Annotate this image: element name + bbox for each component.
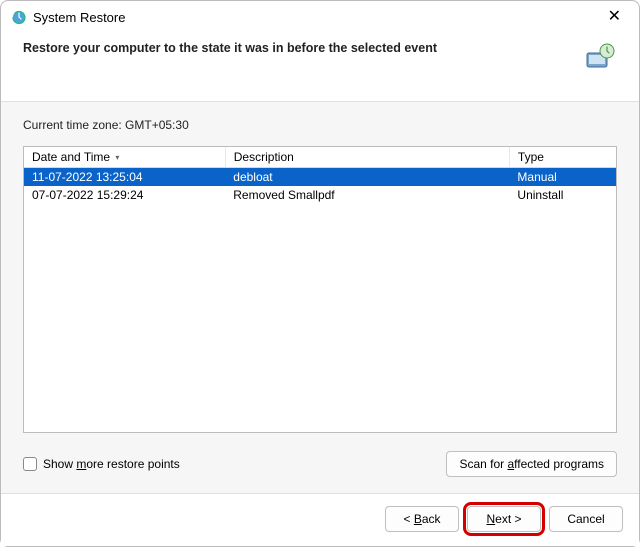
col-type[interactable]: Type bbox=[509, 147, 616, 168]
timezone-label: Current time zone: GMT+05:30 bbox=[23, 118, 617, 132]
titlebar: System Restore ✕ bbox=[1, 1, 639, 31]
table-empty-area bbox=[24, 204, 616, 432]
table-row[interactable]: 07-07-2022 15:29:24Removed SmallpdfUnins… bbox=[24, 186, 616, 204]
col-datetime[interactable]: Date and Time ▾ bbox=[24, 147, 225, 168]
window-title: System Restore bbox=[33, 10, 594, 25]
cell-type: Manual bbox=[509, 168, 616, 187]
footer: < Back Next > Cancel bbox=[1, 493, 639, 546]
header-panel: Restore your computer to the state it wa… bbox=[1, 31, 639, 102]
body-panel: Current time zone: GMT+05:30 Date and Ti… bbox=[1, 102, 639, 493]
back-button[interactable]: < Back bbox=[385, 506, 459, 532]
show-more-checkbox[interactable]: Show more restore points bbox=[23, 457, 180, 471]
scan-affected-button[interactable]: Scan for affected programs bbox=[446, 451, 617, 477]
cell-datetime: 07-07-2022 15:29:24 bbox=[24, 186, 225, 204]
page-title: Restore your computer to the state it wa… bbox=[23, 41, 583, 55]
table-header-row[interactable]: Date and Time ▾ Description Type bbox=[24, 147, 616, 168]
restore-points-table: Date and Time ▾ Description Type 11-07-2… bbox=[23, 146, 617, 433]
options-row: Show more restore points Scan for affect… bbox=[23, 451, 617, 477]
next-button[interactable]: Next > bbox=[467, 506, 541, 532]
system-restore-window: System Restore ✕ Restore your computer t… bbox=[0, 0, 640, 547]
restore-graphic-icon bbox=[583, 41, 617, 75]
cell-datetime: 11-07-2022 13:25:04 bbox=[24, 168, 225, 187]
cell-type: Uninstall bbox=[509, 186, 616, 204]
cell-description: Removed Smallpdf bbox=[225, 186, 509, 204]
table-row[interactable]: 11-07-2022 13:25:04debloatManual bbox=[24, 168, 616, 187]
sort-desc-icon: ▾ bbox=[115, 153, 119, 162]
restore-icon bbox=[11, 9, 27, 25]
checkbox-icon[interactable] bbox=[23, 457, 37, 471]
show-more-label: Show more restore points bbox=[43, 457, 180, 471]
col-description[interactable]: Description bbox=[225, 147, 509, 168]
close-icon[interactable]: ✕ bbox=[600, 7, 629, 27]
cancel-button[interactable]: Cancel bbox=[549, 506, 623, 532]
cell-description: debloat bbox=[225, 168, 509, 187]
